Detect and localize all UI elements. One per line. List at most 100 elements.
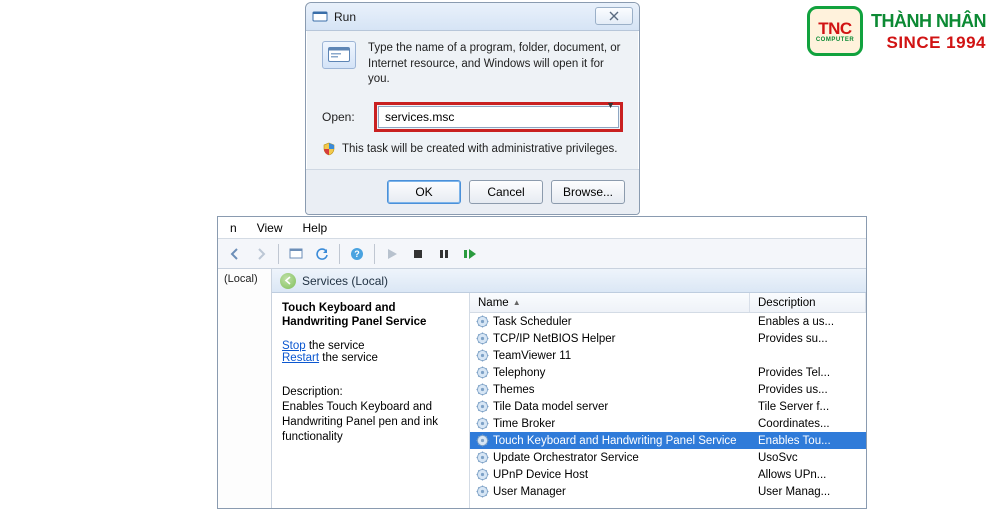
sort-asc-icon: ▲ (513, 298, 521, 307)
header-back-icon[interactable] (280, 273, 296, 289)
gear-icon (476, 315, 489, 328)
service-desc: Provides su... (750, 333, 866, 345)
service-desc: User Manag... (750, 486, 866, 498)
logo-line1: THÀNH NHÂN (871, 12, 986, 30)
stop-suffix: the service (306, 340, 365, 352)
service-desc: UsoSvc (750, 452, 866, 464)
pane-header-title: Services (Local) (302, 274, 388, 288)
logo-text: THÀNH NHÂN SINCE 1994 (871, 12, 986, 51)
open-input[interactable] (378, 106, 619, 128)
gear-icon (476, 485, 489, 498)
toolbar-console-icon[interactable] (283, 242, 309, 266)
service-row[interactable]: Time Broker Coordinates... (470, 415, 866, 432)
service-desc: Provides Tel... (750, 367, 866, 379)
run-button-row: OK Cancel Browse... (306, 169, 639, 214)
services-window: n View Help ? (Local) Services (Local) (217, 216, 867, 509)
service-name: Task Scheduler (493, 316, 572, 328)
service-name: User Manager (493, 486, 566, 498)
service-desc: Enables Tou... (750, 435, 866, 447)
restart-suffix: the service (319, 352, 378, 364)
nav-fwd-button[interactable] (248, 242, 274, 266)
ok-button[interactable]: OK (387, 180, 461, 204)
service-name: Update Orchestrator Service (493, 452, 639, 464)
open-label: Open: (322, 110, 364, 124)
gear-icon (476, 383, 489, 396)
list-header: Name ▲ Description (470, 293, 866, 313)
service-name: TCP/IP NetBIOS Helper (493, 333, 616, 345)
gear-icon (476, 434, 489, 447)
service-name: Themes (493, 384, 535, 396)
service-row[interactable]: Task Scheduler Enables a us... (470, 313, 866, 330)
svg-text:?: ? (354, 249, 360, 259)
nav-back-button[interactable] (222, 242, 248, 266)
refresh-button[interactable] (309, 242, 335, 266)
gear-icon (476, 468, 489, 481)
detail-desc-label: Description: (282, 386, 459, 398)
logo-badge-sub: COMPUTER (816, 37, 854, 43)
menu-help[interactable]: Help (292, 219, 337, 237)
service-row[interactable]: Themes Provides us... (470, 381, 866, 398)
pane-header: Services (Local) (272, 269, 866, 293)
menu-truncated[interactable]: n (220, 219, 247, 237)
gear-icon (476, 451, 489, 464)
column-description[interactable]: Description (750, 293, 866, 312)
detail-service-name: Touch Keyboard and Handwriting Panel Ser… (282, 301, 459, 330)
gear-icon (476, 349, 489, 362)
detail-desc-text: Enables Touch Keyboard and Handwriting P… (282, 400, 459, 445)
menu-view[interactable]: View (247, 219, 293, 237)
run-program-icon (322, 41, 356, 69)
close-icon (609, 11, 619, 21)
service-name: UPnP Device Host (493, 469, 588, 481)
column-name[interactable]: Name ▲ (470, 293, 750, 312)
service-desc: Allows UPn... (750, 469, 866, 481)
browse-button[interactable]: Browse... (551, 180, 625, 204)
logo-line2: SINCE 1994 (871, 34, 986, 51)
service-row[interactable]: Touch Keyboard and Handwriting Panel Ser… (470, 432, 866, 449)
service-row[interactable]: Tile Data model server Tile Server f... (470, 398, 866, 415)
logo-badge: TNC COMPUTER (807, 6, 863, 56)
run-dialog: Run Type the name of a program, folder, … (305, 2, 640, 215)
tree-node-local[interactable]: (Local) (224, 273, 258, 285)
close-button[interactable] (595, 7, 633, 25)
gear-icon (476, 417, 489, 430)
service-row[interactable]: UPnP Device Host Allows UPn... (470, 466, 866, 483)
stop-service-link[interactable]: Stop (282, 340, 306, 352)
service-name: Touch Keyboard and Handwriting Panel Ser… (493, 435, 737, 447)
menu-bar: n View Help (218, 217, 866, 239)
play-button[interactable] (379, 242, 405, 266)
run-title: Run (334, 10, 356, 24)
restart-service-link[interactable]: Restart (282, 352, 319, 364)
service-name: TeamViewer 11 (493, 350, 571, 362)
run-title-icon (312, 9, 328, 25)
service-desc: Coordinates... (750, 418, 866, 430)
brand-logo: TNC COMPUTER THÀNH NHÂN SINCE 1994 (807, 6, 986, 56)
gear-icon (476, 332, 489, 345)
open-input-highlight (374, 102, 623, 132)
service-row[interactable]: TelephonyProvides Tel... (470, 364, 866, 381)
detail-pane: Touch Keyboard and Handwriting Panel Ser… (272, 293, 470, 508)
service-desc: Enables a us... (750, 316, 866, 328)
tree-pane[interactable]: (Local) (218, 269, 272, 508)
service-name: Time Broker (493, 418, 555, 430)
help-button[interactable]: ? (344, 242, 370, 266)
admin-note: This task will be created with administr… (342, 143, 617, 155)
logo-badge-text: TNC (818, 20, 851, 37)
service-desc: Tile Server f... (750, 401, 866, 413)
cancel-button[interactable]: Cancel (469, 180, 543, 204)
gear-icon (476, 400, 489, 413)
service-row[interactable]: User Manager User Manag... (470, 483, 866, 500)
service-row[interactable]: TeamViewer 11 (470, 347, 866, 364)
service-row[interactable]: Update Orchestrator Service UsoSvc (470, 449, 866, 466)
restart-button[interactable] (457, 242, 483, 266)
toolbar: ? (218, 239, 866, 269)
gear-icon (476, 366, 489, 379)
service-desc: Provides us... (750, 384, 866, 396)
service-row[interactable]: TCP/IP NetBIOS Helper Provides su... (470, 330, 866, 347)
service-name: Tile Data model server (493, 401, 608, 413)
service-list: Name ▲ Description Task Scheduler Enables… (470, 293, 866, 508)
shield-icon (322, 142, 336, 156)
run-titlebar[interactable]: Run (306, 3, 639, 31)
run-instruction: Type the name of a program, folder, docu… (368, 41, 623, 88)
pause-button[interactable] (431, 242, 457, 266)
stop-button[interactable] (405, 242, 431, 266)
